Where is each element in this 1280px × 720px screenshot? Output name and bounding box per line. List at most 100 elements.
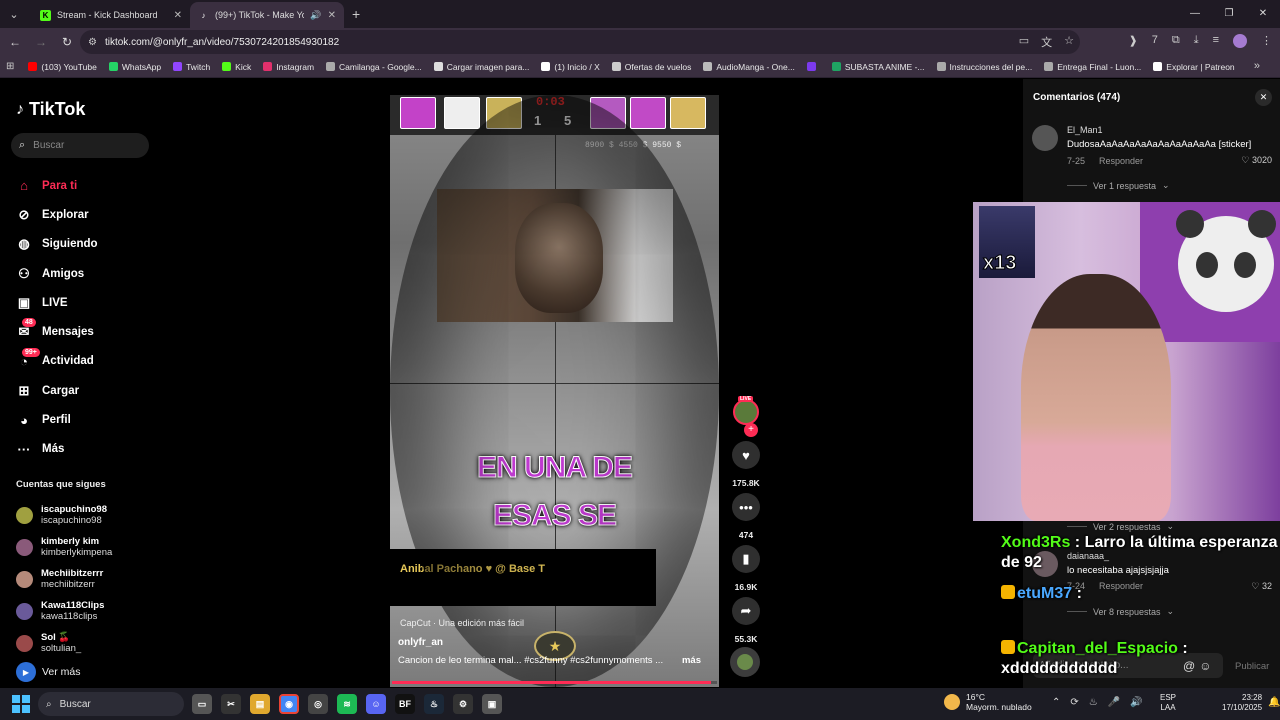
steam-icon[interactable]: ♨ [424,694,444,714]
bookmark-item[interactable]: Cargar imagen para... [433,62,529,72]
back-button[interactable]: ← [4,35,26,49]
notification-bell-icon[interactable]: 🔔 [1268,697,1280,708]
chevron-up-icon[interactable]: ⌃ [1052,697,1060,708]
app-icon[interactable]: ▣ [482,694,502,714]
steam-tray-icon[interactable]: ♨ [1089,697,1098,708]
site-info-icon[interactable]: ⚙ [88,37,97,48]
tab-search-button[interactable]: ⌄ [4,4,24,24]
url-text[interactable]: tiktok.com/@onlyfr_an/video/753072420185… [105,37,339,48]
bookmark-item[interactable]: Camilanga - Google... [326,62,422,72]
battlefield-icon[interactable]: BF [395,694,415,714]
view-replies-button[interactable]: Ver 1 respuesta ⌄ [1067,180,1170,191]
reload-button[interactable]: ↻ [56,35,78,49]
tiktok-logo[interactable]: ♪ TikTok [16,99,85,120]
bookmark-item[interactable]: SUBASTA ANIME -... [831,62,925,72]
follow-plus-icon[interactable]: + [744,423,758,437]
translate-icon[interactable]: 文 [1041,34,1052,50]
apps-icon[interactable]: ⊞ [6,61,14,72]
avatar[interactable] [16,506,33,524]
capcut-label[interactable]: CapCut · Una edición más fácil [400,618,524,628]
discord-icon[interactable]: ☺ [366,694,386,714]
share-button[interactable]: ➦ 55.3K [730,597,762,644]
bookmark-item[interactable]: Instrucciones del pe... [936,62,1032,72]
bookmark-item[interactable]: WhatsApp [108,62,161,72]
close-icon[interactable]: ✕ [328,10,336,21]
reading-list-icon[interactable]: ≡ [1213,34,1219,48]
creator-avatar[interactable]: LIVE + [730,396,762,437]
bookmark-item[interactable]: (103) YouTube [28,62,97,72]
following-account[interactable]: kimberly kim kimberlykimpena [16,531,112,563]
chrome-icon[interactable]: ◉ [279,694,299,714]
avatar[interactable] [16,570,33,588]
restore-button[interactable]: ❐ [1212,0,1246,28]
download-icon[interactable]: ⤓ [1194,34,1199,48]
avatar[interactable] [16,538,33,556]
following-account[interactable]: Kawa118Clips kawa118clips [16,595,112,627]
comment-button[interactable]: ••• 474 [730,493,762,540]
search-input[interactable] [33,140,134,151]
nav-item-amigos[interactable]: ⚇ Amigos [16,259,98,288]
heart-icon[interactable]: ♥ [732,441,760,469]
video-player[interactable]: 0:03 1 5 8900 $ 4550 $ 9550 $ EN UNA DE … [390,95,719,687]
cast-icon[interactable]: ▭ [1019,34,1029,50]
more-bookmarks-icon[interactable]: » [1254,60,1260,72]
bookmark-item[interactable]: Entrega Final - Luon... [1044,62,1141,72]
tab-kick-dashboard[interactable]: K Stream - Kick Dashboard ✕ [32,2,190,28]
view-replies-button[interactable]: Ver 2 respuestas ⌄ [1067,521,1174,532]
see-more-button[interactable]: ▶ Ver más [16,662,81,682]
app-download-icon[interactable]: ▶ [16,662,36,682]
following-account[interactable]: Sol 🍒 soltulian_ [16,627,112,659]
bookmark-item[interactable]: Instagram [263,62,314,72]
bookmark-item[interactable]: (1) Inicio / X [541,62,600,72]
obs-icon[interactable]: ◎ [308,694,328,714]
nav-item-para-ti[interactable]: ⌂ Para ti [16,171,98,200]
speaker-icon[interactable]: 🔊 [310,10,321,21]
new-tab-button[interactable]: + [352,6,360,22]
comment-like-button[interactable]: ♡ 3020 [1241,155,1272,166]
bookmark-item[interactable]: Explorar | Patreon [1153,62,1235,72]
forward-button[interactable]: → [30,35,52,49]
bookmark-item[interactable]: Twitch [173,62,210,72]
file-explorer-icon[interactable]: ▤ [250,694,270,714]
avatar[interactable] [16,602,33,620]
nav-item-cargar[interactable]: ⊞ Cargar [16,376,98,405]
video-progress-bar[interactable] [392,681,717,684]
search-box[interactable]: ⌕ [11,133,149,158]
bookmark-item[interactable]: AudioManga - One... [703,62,795,72]
task-view-icon[interactable]: ▭ [192,694,212,714]
close-icon[interactable]: ✕ [174,10,182,21]
following-account[interactable]: iscapuchino98 iscapuchino98 [16,499,112,531]
snip-tool-icon[interactable]: ✂ [221,694,241,714]
bookmark-item[interactable]: Ofertas de vuelos [611,62,691,72]
address-bar[interactable]: ⚙ tiktok.com/@onlyfr_an/video/7530724201… [80,30,1080,54]
video-author[interactable]: onlyfr_an [398,637,443,648]
spotify-icon[interactable]: ≋ [337,694,357,714]
comment-icon[interactable]: ••• [732,493,760,521]
following-account[interactable]: Mechiibitzerrr mechiibitzerr [16,563,112,595]
save-button[interactable]: ▮ 16.9K [730,545,762,592]
close-window-button[interactable]: ✕ [1246,0,1280,28]
nav-item-siguiendo[interactable]: ◍ Siguiendo [16,230,97,259]
settings-icon[interactable]: ⚙ [453,694,473,714]
avatar[interactable] [1032,125,1058,151]
sync-icon[interactable]: ⟳ [1070,697,1078,708]
language-indicator[interactable]: ESP LAA [1160,693,1176,713]
extension-icon[interactable]: ❱ [1129,34,1138,48]
nav-item-más[interactable]: ··· Más [16,435,98,464]
weather-widget[interactable]: 16°C Mayorm. nublado [944,692,1032,712]
avatar[interactable] [16,634,33,652]
microphone-icon[interactable]: 🎤 [1108,697,1120,708]
creator-avatar-image[interactable]: LIVE + [733,396,759,437]
nav-item-perfil[interactable]: ◕ Perfil [16,405,98,434]
bookmark-item[interactable] [806,62,820,71]
more-button[interactable]: más [682,655,701,666]
nav-item-actividad[interactable]: ◔ 99+ Actividad [16,347,98,376]
reply-button[interactable]: Responder [1099,156,1143,166]
bookmark-item[interactable]: Kick [222,62,251,72]
share-icon[interactable]: ➦ [732,597,760,625]
clock[interactable]: 23:28 17/10/2025 [1222,693,1262,713]
speaker-icon[interactable]: 🔊 [1130,697,1142,708]
windows-start-icon[interactable] [12,695,30,713]
extension-icon-2[interactable]: 7 [1152,34,1158,48]
tab-tiktok[interactable]: ♪ (99+) TikTok - Make Your Da 🔊 ✕ [190,2,344,28]
